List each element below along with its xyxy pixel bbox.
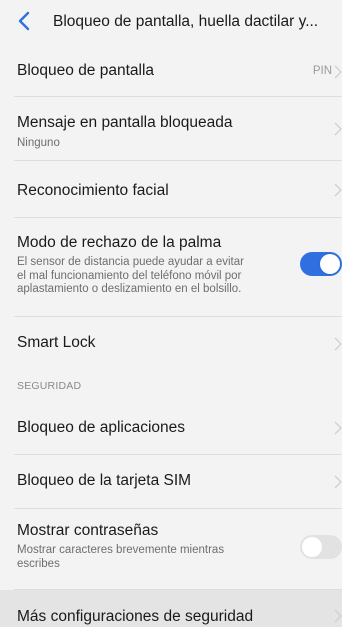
sim-lock-row[interactable]: Bloqueo de la tarjeta SIM (0, 455, 342, 508)
palm-rejection-label: Modo de rechazo de la palma (17, 234, 222, 251)
face-recognition-label: Reconocimiento facial (17, 182, 169, 199)
description-line: el mal funcionamiento del teléfono móvil… (17, 269, 242, 282)
face-recognition-row[interactable]: Reconocimiento facial (0, 161, 342, 217)
app-lock-row[interactable]: Bloqueo de aplicaciones (0, 400, 342, 454)
section-header-security: SEGURIDAD (17, 380, 82, 392)
screen-lock-value: PIN (312, 65, 332, 77)
smart-lock-row[interactable]: Smart Lock (0, 317, 342, 370)
lock-screen-message-value: Ninguno (17, 137, 60, 149)
chevron-right-icon (334, 65, 342, 79)
smart-lock-label: Smart Lock (17, 334, 96, 351)
show-passwords-row: Mostrar contraseñas Mostrar caracteres b… (0, 509, 342, 589)
back-arrow-icon[interactable] (14, 10, 36, 32)
top-bar: Bloqueo de pantalla, huella dactilar y..… (0, 0, 342, 44)
chevron-right-icon (334, 122, 342, 136)
palm-rejection-toggle[interactable] (300, 252, 342, 276)
lock-screen-message-label: Mensaje en pantalla bloqueada (17, 114, 233, 131)
show-passwords-toggle[interactable] (300, 535, 342, 559)
toggle-knob (302, 537, 322, 557)
page-title: Bloqueo de pantalla, huella dactilar y..… (53, 13, 319, 30)
screen-lock-label: Bloqueo de pantalla (17, 62, 155, 79)
more-security-settings-label: Más configuraciones de seguridad (17, 608, 254, 625)
app-lock-label: Bloqueo de aplicaciones (17, 419, 186, 436)
screen-lock-row[interactable]: Bloqueo de pantalla PIN (0, 44, 342, 96)
show-passwords-description: Mostrar caracteres brevemente mientras e… (17, 544, 277, 571)
show-passwords-label: Mostrar contraseñas (17, 522, 159, 539)
palm-rejection-description: El sensor de distancia puede ayudar a ev… (17, 256, 297, 297)
chevron-right-icon (334, 609, 342, 623)
chevron-right-icon (334, 421, 342, 435)
sim-lock-label: Bloqueo de la tarjeta SIM (17, 472, 192, 489)
chevron-right-icon (334, 183, 342, 197)
more-security-settings-row[interactable]: Más configuraciones de seguridad (0, 590, 342, 627)
lock-screen-message-row[interactable]: Mensaje en pantalla bloqueada Ninguno (0, 97, 342, 160)
description-line: El sensor de distancia puede ayudar a ev… (17, 256, 244, 268)
chevron-right-icon (334, 475, 342, 489)
description-line: aplastamiento o deslizamiento en el bols… (17, 283, 242, 295)
description-line: escribes (17, 557, 60, 570)
toggle-knob (320, 254, 340, 274)
description-line: Mostrar caracteres brevemente mientras (17, 544, 225, 556)
palm-rejection-row: Modo de rechazo de la palma El sensor de… (0, 218, 342, 316)
chevron-right-icon (334, 337, 342, 351)
